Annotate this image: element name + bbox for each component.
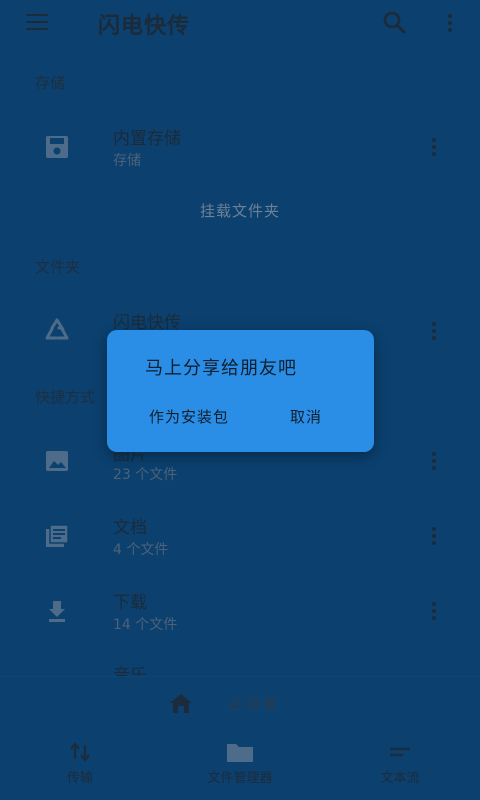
dialog-message: 马上分享给朋友吧 bbox=[145, 358, 297, 379]
cancel-button[interactable]: 取消 bbox=[290, 406, 322, 427]
share-as-apk-button[interactable]: 作为安装包 bbox=[149, 406, 229, 427]
app-screen: 闪电快传 存储 内置存储 存储 挂载文件夹 文件夹 闪电快传 快捷方式 图片 2… bbox=[0, 0, 480, 800]
share-dialog: 马上分享给朋友吧 作为安装包 取消 bbox=[107, 330, 374, 452]
